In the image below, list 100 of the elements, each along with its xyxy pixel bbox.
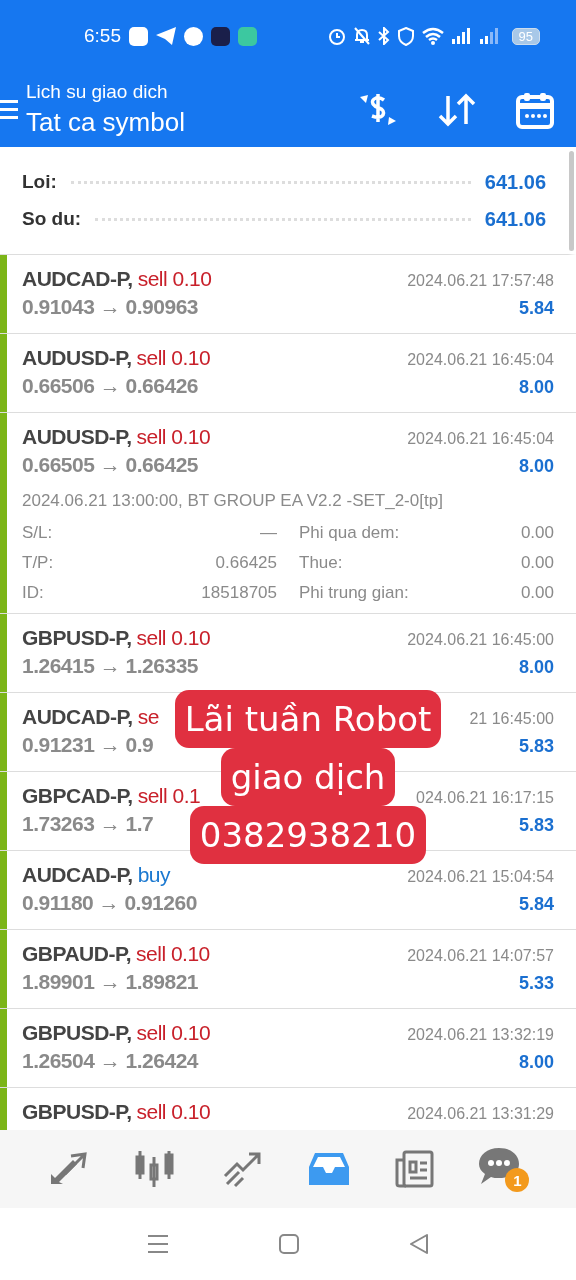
trade-type: se	[137, 705, 159, 728]
trade-time: 2024.06.21 14:07:57	[407, 947, 554, 965]
trade-type: sell 0.1	[137, 784, 201, 807]
trade-profit: 8.00	[518, 657, 554, 678]
trade-symbol: AUDCAD-P,	[22, 705, 133, 728]
detail-label: Thue:	[299, 553, 343, 573]
trade-prices: 0.91043 → 0.90963	[22, 295, 198, 319]
bluetooth-icon	[377, 27, 390, 45]
trade-time: 21 16:45:00	[469, 710, 554, 728]
detail-value: 0.00	[520, 523, 554, 543]
trade-type: sell 0.10	[136, 942, 210, 965]
trade-time: 2024.06.21 16:45:04	[407, 351, 554, 369]
nav-tab[interactable]: 1	[479, 1146, 530, 1192]
promo-sticker: 0382938210	[189, 806, 427, 864]
status-time: 6:55	[84, 25, 121, 47]
trade-profit: 5.83	[518, 736, 554, 757]
app-icon	[184, 26, 203, 46]
detail-label: Phi trung gian:	[299, 583, 409, 603]
trade-profit: 5.83	[518, 815, 554, 836]
trade-profit: 5.33	[518, 973, 554, 994]
detail-value: 0.00	[520, 583, 554, 603]
nav-tab[interactable]	[393, 1150, 434, 1188]
trade-type: sell 0.10	[136, 425, 211, 448]
app-icon	[211, 26, 230, 46]
alarm-icon	[327, 27, 346, 45]
signal-icon	[451, 28, 472, 44]
screen-subtitle: Lich su giao dich	[26, 81, 169, 103]
trade-time: 2024.06.21 17:57:48	[407, 272, 554, 290]
trade-symbol: GBPUSD-P,	[22, 626, 132, 649]
summary-label: Loi:	[22, 171, 57, 193]
sort-button[interactable]	[438, 91, 476, 128]
trade-type: sell 0.10	[136, 346, 211, 369]
trade-time: 2024.06.21 16:45:00	[407, 631, 554, 649]
trade-prices: 0.91231 → 0.9	[22, 733, 154, 757]
promo-sticker: Lãi tuần Robot	[174, 690, 442, 748]
trade-prices: 1.26504 → 1.26424	[22, 1049, 198, 1073]
trade-prices: 0.66506 → 0.66426	[22, 374, 198, 398]
trade-type: sell 0.10	[136, 1100, 211, 1123]
newspaper-icon	[393, 1150, 434, 1188]
trade-profit: 8.00	[518, 377, 554, 398]
trade-symbol: AUDCAD-P,	[22, 267, 133, 290]
bell-muted-icon	[353, 27, 370, 45]
app-icon	[238, 26, 257, 46]
signal-icon	[479, 28, 500, 44]
nav-tab[interactable]	[134, 1149, 176, 1189]
nav-tab[interactable]	[308, 1151, 349, 1187]
trade-symbol: GBPAUD-P,	[22, 942, 132, 965]
trade-prices: 0.91180 → 0.91260	[22, 891, 197, 915]
battery-icon: 95	[511, 27, 540, 45]
menu-icon[interactable]	[0, 97, 18, 122]
menu-icon[interactable]	[147, 1234, 169, 1254]
detail-value: 0.66425	[215, 553, 277, 573]
inbox-icon	[308, 1151, 349, 1187]
trade-symbol: AUDUSD-P,	[22, 425, 132, 448]
candlestick-icon	[134, 1149, 176, 1189]
trade-symbol: GBPCAD-P,	[22, 784, 133, 807]
detail-label: T/P:	[22, 553, 54, 573]
detail-label: S/L:	[22, 523, 53, 543]
trade-type: sell 0.10	[136, 1021, 211, 1044]
detail-value: 18518705	[201, 583, 277, 603]
calendar-button[interactable]	[516, 90, 554, 129]
detail-label: Phi qua dem:	[299, 523, 400, 543]
trade-symbol: GBPUSD-P,	[22, 1021, 132, 1044]
trade-profit: 8.00	[518, 1052, 554, 1073]
trade-time: 024.06.21 16:17:15	[416, 789, 554, 807]
promo-sticker: giao dịch	[220, 748, 396, 806]
trade-symbol: GBPUSD-P,	[22, 1100, 132, 1123]
trade-profit: 5.84	[518, 894, 554, 915]
trade-symbol: AUDUSD-P,	[22, 346, 132, 369]
summary-value: 641.06	[484, 207, 546, 231]
home-icon[interactable]	[279, 1234, 299, 1254]
trade-type: buy	[137, 863, 170, 886]
trade-symbol: AUDCAD-P,	[22, 863, 133, 886]
summary-label: So du:	[22, 208, 82, 230]
detail-value: —	[260, 523, 277, 543]
trade-prices: 1.26415 → 1.26335	[22, 654, 198, 678]
app-icon	[129, 26, 148, 46]
nav-tab[interactable]	[221, 1150, 264, 1188]
trade-profit: 8.00	[518, 456, 554, 477]
trend-icon	[221, 1150, 264, 1188]
trade-prices: 1.73263 → 1.7	[22, 812, 154, 836]
trade-time: 2024.06.21 15:04:54	[407, 868, 554, 886]
screen-title: Tat ca symbol	[26, 107, 186, 138]
trade-profit: 5.84	[518, 298, 554, 319]
trade-type: sell 0.10	[136, 626, 211, 649]
trade-prices: 1.89901 → 1.89821	[22, 970, 198, 994]
paper-plane-icon	[156, 27, 176, 45]
shield-icon	[397, 26, 414, 46]
back-icon[interactable]	[409, 1234, 429, 1254]
trade-comment: 2024.06.21 13:00:00, BT GROUP EA V2.2 -SET_2-0[tp]	[22, 491, 444, 511]
notification-badge: 1	[505, 1168, 530, 1192]
detail-label: ID:	[22, 583, 44, 603]
trade-prices: 0.66505 → 0.66425	[22, 453, 198, 477]
trade-time: 2024.06.21 13:31:29	[407, 1105, 554, 1123]
trade-time: 2024.06.21 16:45:04	[407, 430, 554, 448]
trade-time: 2024.06.21 13:32:19	[407, 1026, 554, 1044]
detail-value: 0.00	[520, 553, 554, 573]
wifi-icon	[421, 27, 444, 45]
trade-type: sell 0.10	[137, 267, 212, 290]
summary-value: 641.06	[484, 170, 546, 194]
